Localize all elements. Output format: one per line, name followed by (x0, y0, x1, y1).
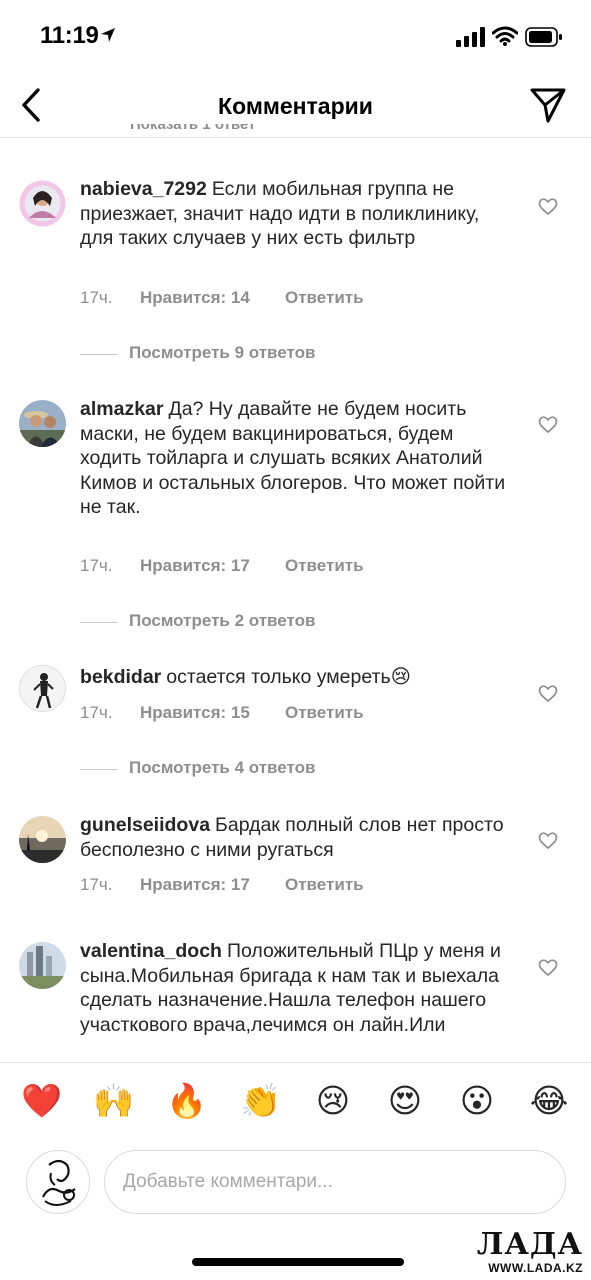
comment-likes[interactable]: Нравится: 17 (140, 875, 250, 895)
watermark-logo: ЛАДА (476, 1227, 583, 1262)
view-replies-label: Посмотреть 4 ответов (129, 758, 316, 777)
comment-likes[interactable]: Нравится: 17 (140, 556, 250, 576)
comment-username[interactable]: bekdidar (80, 666, 161, 688)
cellular-signal-icon (456, 27, 485, 47)
avatar[interactable] (19, 400, 66, 447)
reply-button[interactable]: Ответить (285, 703, 364, 723)
comment-time: 17ч. (80, 875, 113, 894)
comment-username[interactable]: nabieva_7292 (80, 178, 207, 200)
quick-emoji-bar: ❤️ 🙌 🔥 👏 😢 😍 😮 😂 (0, 1062, 591, 1142)
comment-likes[interactable]: Нравится: 14 (140, 288, 250, 308)
comment-time: 17ч. (80, 556, 113, 575)
location-arrow-icon (101, 28, 115, 42)
view-replies-button[interactable]: Посмотреть 4 ответов (80, 758, 380, 780)
comment-username[interactable]: almazkar (80, 398, 163, 420)
replies-divider (80, 769, 117, 770)
avatar-image (42, 1159, 76, 1206)
direct-send-icon[interactable] (528, 86, 568, 124)
like-heart-icon[interactable] (538, 958, 558, 978)
view-replies-button[interactable]: Посмотреть 2 ответов (80, 611, 380, 633)
like-heart-icon[interactable] (538, 684, 558, 704)
emoji-surprised-face[interactable]: 😮 (457, 1081, 497, 1121)
view-replies-label: Посмотреть 2 ответов (129, 611, 316, 630)
avatar-image (19, 400, 66, 447)
comment-time: 17ч. (80, 288, 113, 307)
home-indicator (192, 1258, 404, 1266)
comment-likes[interactable]: Нравится: 15 (140, 703, 250, 723)
emoji-heart-eyes[interactable]: 😍 (385, 1081, 425, 1121)
page-title: Комментарии (218, 93, 373, 119)
avatar-image (19, 816, 66, 863)
like-heart-icon[interactable] (538, 831, 558, 851)
emoji-clapping-hands[interactable]: 👏 (240, 1081, 281, 1121)
replies-divider (80, 622, 117, 623)
emoji-heart[interactable]: ❤️ (21, 1081, 62, 1121)
watermark-site: WWW.LADA.KZ (488, 1261, 583, 1275)
comment-username[interactable]: valentina_doch (80, 940, 222, 962)
comment-username[interactable]: gunelseiidova (80, 814, 210, 836)
status-time: 11:19 (40, 22, 99, 49)
view-replies-button[interactable]: Посмотреть 9 ответов (80, 343, 380, 365)
emoji-crying-face[interactable]: 😢 (313, 1081, 353, 1121)
avatar[interactable] (19, 816, 66, 863)
comment: nabieva_7292 Если мобильная группа не при… (0, 177, 591, 362)
comments-list: nabieva_7292 Если мобильная группа не при… (0, 139, 591, 1061)
comment: bekdidar остается только умереть😢 17ч. Нр… (0, 665, 591, 785)
avatar-image (19, 942, 66, 989)
battery-icon (525, 27, 562, 47)
avatar[interactable] (19, 665, 66, 712)
emoji-tears-of-joy[interactable]: 😂 (529, 1081, 569, 1121)
comment: valentina_doch Положительный ПЦр у меня и… (0, 939, 591, 1061)
avatar[interactable] (19, 180, 66, 227)
avatar-image (19, 180, 66, 227)
like-heart-icon[interactable] (538, 197, 558, 217)
view-replies-label: Посмотреть 9 ответов (129, 343, 316, 362)
avatar[interactable] (19, 942, 66, 989)
reply-button[interactable]: Ответить (285, 556, 364, 576)
emoji-fire[interactable]: 🔥 (166, 1081, 207, 1121)
comment: gunelseiidova Бардак полный слов нет прос… (0, 813, 591, 903)
avatar-image (20, 666, 65, 711)
emoji-raising-hands[interactable]: 🙌 (93, 1081, 134, 1121)
reply-button[interactable]: Ответить (285, 875, 364, 895)
like-heart-icon[interactable] (538, 415, 558, 435)
replies-divider (80, 354, 117, 355)
comment-text: остается только умереть😢 (166, 666, 411, 688)
wifi-icon (492, 26, 518, 46)
partial-view-replies: Показать 1 ответ (130, 124, 256, 133)
status-bar: 11:19 (0, 0, 591, 76)
my-avatar (26, 1150, 90, 1214)
comment-time: 17ч. (80, 703, 113, 722)
watermark: ЛАДА WWW.LADA.KZ (470, 1225, 591, 1280)
comment: almazkar Да? Ну давайте не будем носить м… (0, 397, 591, 637)
comment-input[interactable] (104, 1150, 566, 1214)
reply-button[interactable]: Ответить (285, 288, 364, 308)
